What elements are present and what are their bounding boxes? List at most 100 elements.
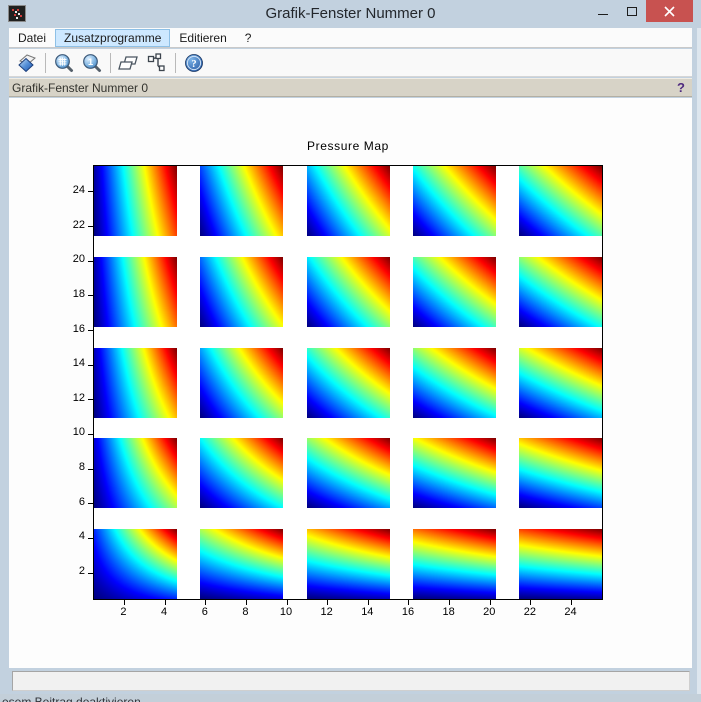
x-tick-label: 2 [108, 606, 138, 618]
x-tick [571, 600, 572, 605]
heatmap-tile-r0-c3 [413, 529, 496, 599]
menu-item-editieren[interactable]: Editieren [170, 29, 235, 47]
y-tick [88, 538, 93, 539]
x-tick [205, 600, 206, 605]
x-tick-label: 4 [149, 606, 179, 618]
y-tick [88, 399, 93, 400]
print-button[interactable] [14, 51, 40, 75]
y-tick [88, 226, 93, 227]
heatmap-tile-r2-c2 [307, 348, 390, 418]
zoom-original-button[interactable]: 1 [79, 51, 105, 75]
minimize-icon [598, 14, 608, 15]
y-tick [88, 573, 93, 574]
x-tick-label: 22 [515, 606, 545, 618]
heatmap-tile-r2-c0 [94, 348, 177, 418]
heatmap-tile-r2-c1 [200, 348, 283, 418]
heatmap-tile-r1-c2 [307, 438, 390, 508]
app-window: Grafik-Fenster Nummer 0 Datei Zusatzprog… [0, 0, 701, 697]
graph-icon [147, 53, 167, 73]
x-tick-label: 20 [474, 606, 504, 618]
plot-caption-bar: Grafik-Fenster Nummer 0 ? [9, 78, 692, 97]
y-tick [88, 503, 93, 504]
y-tick-label: 6 [45, 496, 85, 508]
x-tick [327, 600, 328, 605]
y-tick-label: 4 [45, 530, 85, 542]
svg-text:?: ? [191, 59, 196, 70]
zoom-grid-button[interactable] [51, 51, 77, 75]
windows-button[interactable] [116, 51, 142, 75]
x-tick-label: 12 [312, 606, 342, 618]
y-tick [88, 330, 93, 331]
graph-button[interactable] [144, 51, 170, 75]
toolbar-separator [175, 53, 176, 73]
y-tick [88, 191, 93, 192]
maximize-button[interactable] [617, 0, 646, 22]
window-right-edge [697, 0, 701, 697]
heatmap-tile-r4-c3 [413, 166, 496, 236]
title-bar[interactable]: Grafik-Fenster Nummer 0 [0, 0, 701, 28]
heatmap-tile-r2-c3 [413, 348, 496, 418]
minimize-button[interactable] [588, 0, 617, 22]
x-tick [287, 600, 288, 605]
close-button[interactable] [646, 0, 693, 22]
background-clipped-text: esem Beitrag deaktivieren [2, 695, 141, 702]
x-tick [246, 600, 247, 605]
svg-text:1: 1 [88, 57, 94, 68]
close-icon [664, 6, 675, 17]
heatmap-tile-r0-c4 [519, 529, 602, 599]
toolbar-separator [45, 53, 46, 73]
plot-title: Pressure Map [93, 139, 603, 153]
heatmap-tile-r1-c3 [413, 438, 496, 508]
heatmap-tile-r1-c1 [200, 438, 283, 508]
y-tick-label: 16 [45, 323, 85, 335]
y-tick-label: 14 [45, 357, 85, 369]
x-tick [165, 600, 166, 605]
toolbar: 1 ? [9, 49, 692, 77]
y-tick-label: 22 [45, 219, 85, 231]
x-tick-label: 8 [230, 606, 260, 618]
caption-help-icon[interactable]: ? [677, 80, 685, 95]
heatmap-tile-r4-c2 [307, 166, 390, 236]
y-tick-label: 8 [45, 461, 85, 473]
menu-item-datei[interactable]: Datei [9, 29, 55, 47]
windows-icon [118, 53, 140, 73]
x-tick-label: 10 [271, 606, 301, 618]
y-tick-label: 10 [45, 426, 85, 438]
x-tick [449, 600, 450, 605]
heatmap-tile-r4-c0 [94, 166, 177, 236]
heatmap-tile-r1-c4 [519, 438, 602, 508]
y-tick-label: 2 [45, 565, 85, 577]
y-tick-label: 20 [45, 253, 85, 265]
y-tick [88, 365, 93, 366]
maximize-icon [627, 7, 637, 16]
y-tick [88, 469, 93, 470]
print-icon [16, 53, 38, 73]
x-tick [408, 600, 409, 605]
y-tick-label: 24 [45, 184, 85, 196]
y-tick [88, 295, 93, 296]
x-tick-label: 6 [190, 606, 220, 618]
heatmap-tile-r1-c0 [94, 438, 177, 508]
x-tick-label: 24 [556, 606, 586, 618]
x-tick-label: 14 [352, 606, 382, 618]
heatmap-tile-r2-c4 [519, 348, 602, 418]
heatmap-tile-r3-c4 [519, 257, 602, 327]
menu-item-hilfe[interactable]: ? [236, 29, 261, 47]
heatmap-tile-r3-c3 [413, 257, 496, 327]
toolbar-separator [110, 53, 111, 73]
x-tick [368, 600, 369, 605]
heatmap-tile-r0-c1 [200, 529, 283, 599]
y-tick [88, 261, 93, 262]
plot-caption-label: Grafik-Fenster Nummer 0 [12, 81, 148, 95]
help-icon: ? [184, 53, 204, 73]
x-tick [124, 600, 125, 605]
zoom-grid-icon [54, 53, 74, 73]
y-tick [88, 434, 93, 435]
heatmap-tile-r4-c1 [200, 166, 283, 236]
zoom-original-icon: 1 [82, 53, 102, 73]
heatmap-tile-r3-c2 [307, 257, 390, 327]
x-tick [490, 600, 491, 605]
help-button[interactable]: ? [181, 51, 207, 75]
x-tick [530, 600, 531, 605]
menu-item-zusatzprogramme[interactable]: Zusatzprogramme [55, 29, 170, 47]
